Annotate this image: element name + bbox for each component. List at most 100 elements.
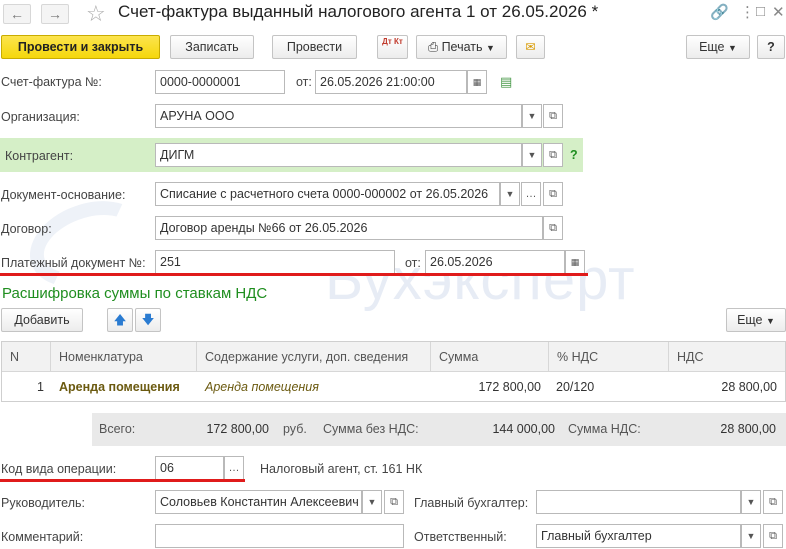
chevron-down-icon: ▼ <box>766 316 775 326</box>
dt-kt-icon: Дт Кт <box>382 37 403 46</box>
save-button[interactable]: Записать <box>170 35 254 59</box>
payment-document-field[interactable]: 251 <box>155 250 395 274</box>
row-content[interactable]: Аренда помещения <box>205 373 319 401</box>
more-vertical-icon[interactable]: ⋮ <box>740 3 755 21</box>
post-button[interactable]: Провести <box>272 35 357 59</box>
more-label: Еще <box>699 40 725 54</box>
post-and-close-button[interactable]: Провести и закрыть <box>1 35 160 59</box>
chevron-down-icon: ▼ <box>746 497 756 507</box>
base-document-field[interactable]: Списание с расчетного счета 0000-000002 … <box>155 182 500 206</box>
row-vat[interactable]: 28 800,00 <box>669 373 777 401</box>
column-vat[interactable]: НДС <box>669 342 785 372</box>
counterparty-help-icon[interactable]: ? <box>570 148 578 162</box>
arrow-up-icon: 🡅 <box>113 313 127 327</box>
chevron-down-icon: ▼ <box>527 111 537 121</box>
link-icon[interactable]: 🔗 <box>710 3 729 21</box>
open-icon: ⧉ <box>549 149 557 161</box>
help-button[interactable]: ? <box>757 35 785 59</box>
comment-label: Комментарий: <box>1 530 84 544</box>
invoice-number-label: Счет-фактура №: <box>1 75 102 89</box>
chief-accountant-field[interactable] <box>536 490 741 514</box>
operation-code-field[interactable]: 06 <box>155 456 224 480</box>
operation-code-label: Код вида операции: <box>1 462 117 476</box>
chevron-down-icon: ▼ <box>505 189 515 199</box>
calendar-button[interactable]: ▦ <box>467 70 487 94</box>
close-icon[interactable]: ✕ <box>772 3 785 21</box>
organization-field[interactable]: АРУНА ООО <box>155 104 522 128</box>
more-label: Еще <box>737 313 763 327</box>
printer-icon: ⎙ <box>428 40 442 54</box>
window-title: Счет-фактура выданный налогового агента … <box>118 2 599 21</box>
maximize-icon[interactable]: □ <box>756 3 765 20</box>
contract-field[interactable]: Договор аренды №66 от 26.05.2026 <box>155 216 543 240</box>
print-button[interactable]: ⎙ Печать ▼ <box>416 35 507 59</box>
head-dropdown[interactable]: ▼ <box>362 490 382 514</box>
operation-code-description: Налоговый агент, ст. 161 НК <box>260 462 423 476</box>
column-content[interactable]: Содержание услуги, доп. сведения <box>197 342 431 372</box>
open-icon: ⧉ <box>769 496 777 508</box>
invoice-date-field[interactable]: 26.05.2026 21:00:00 <box>315 70 467 94</box>
vat-table: N Номенклатура Содержание услуги, доп. с… <box>1 341 786 402</box>
back-button[interactable]: ← <box>3 4 31 24</box>
calendar-icon: ▦ <box>570 257 580 267</box>
chevron-down-icon: ▼ <box>486 43 495 53</box>
email-button[interactable]: ✉ <box>516 35 545 59</box>
total-label: Всего: <box>99 422 136 436</box>
arrow-left-icon: ← <box>10 6 24 22</box>
contract-label: Договор: <box>1 222 52 236</box>
chevron-down-icon: ▼ <box>367 497 377 507</box>
ellipsis-icon: … <box>525 188 537 200</box>
open-icon: ⧉ <box>769 530 777 542</box>
print-label: Печать <box>441 40 483 54</box>
chief-accountant-open[interactable]: ⧉ <box>763 490 783 514</box>
base-document-dropdown[interactable]: ▼ <box>500 182 520 206</box>
counterparty-dropdown[interactable]: ▼ <box>522 143 542 167</box>
annotation-underline <box>0 479 245 482</box>
more-button[interactable]: Еще ▼ <box>686 35 750 59</box>
organization-open[interactable]: ⧉ <box>543 104 563 128</box>
star-icon[interactable]: ☆ <box>86 1 106 27</box>
operation-code-select[interactable]: … <box>224 456 244 480</box>
move-up-button[interactable]: 🡅 <box>107 308 133 332</box>
invoice-number-field[interactable]: 0000-0000001 <box>155 70 285 94</box>
head-field[interactable]: Соловьев Константин Алексеевич <box>155 490 362 514</box>
payment-date-label: от: <box>405 256 421 270</box>
row-vat-rate[interactable]: 20/120 <box>556 373 594 401</box>
contract-open[interactable]: ⧉ <box>543 216 563 240</box>
responsible-label: Ответственный: <box>414 530 507 544</box>
vat-more-button[interactable]: Еще ▼ <box>726 308 786 332</box>
vat-total-value: 28 800,00 <box>720 422 776 436</box>
responsible-open[interactable]: ⧉ <box>763 524 783 548</box>
forward-button[interactable]: → <box>41 4 69 24</box>
counterparty-field[interactable]: ДИГМ <box>155 143 522 167</box>
calendar-icon: ▦ <box>472 77 482 87</box>
row-item[interactable]: Аренда помещения <box>59 373 180 401</box>
responsible-dropdown[interactable]: ▼ <box>741 524 761 548</box>
annotation-underline <box>0 273 588 276</box>
column-item[interactable]: Номенклатура <box>51 342 197 372</box>
payment-date-field[interactable]: 26.05.2026 <box>425 250 565 274</box>
base-document-select[interactable]: … <box>521 182 541 206</box>
row-sum[interactable]: 172 800,00 <box>431 373 541 401</box>
responsible-field[interactable]: Главный бухгалтер <box>536 524 741 548</box>
payment-calendar-button[interactable]: ▦ <box>565 250 585 274</box>
head-open[interactable]: ⧉ <box>384 490 404 514</box>
counterparty-open[interactable]: ⧉ <box>543 143 563 167</box>
without-vat-label: Сумма без НДС: <box>323 422 419 436</box>
invoice-date-label: от: <box>296 75 312 89</box>
column-vat-rate[interactable]: % НДС <box>549 342 669 372</box>
dt-kt-button[interactable]: Дт Кт <box>377 35 408 59</box>
chief-accountant-dropdown[interactable]: ▼ <box>741 490 761 514</box>
vat-total-label: Сумма НДС: <box>568 422 641 436</box>
base-document-open[interactable]: ⧉ <box>543 182 563 206</box>
organization-dropdown[interactable]: ▼ <box>522 104 542 128</box>
move-down-button[interactable]: 🡇 <box>135 308 161 332</box>
add-row-button[interactable]: Добавить <box>1 308 83 332</box>
document-check-icon[interactable]: ▤ <box>500 74 512 90</box>
arrow-down-icon: 🡇 <box>141 313 155 327</box>
open-icon: ⧉ <box>390 496 398 508</box>
column-sum[interactable]: Сумма <box>431 342 549 372</box>
comment-field[interactable] <box>155 524 404 548</box>
total-currency: руб. <box>283 422 307 436</box>
column-n[interactable]: N <box>2 342 51 372</box>
